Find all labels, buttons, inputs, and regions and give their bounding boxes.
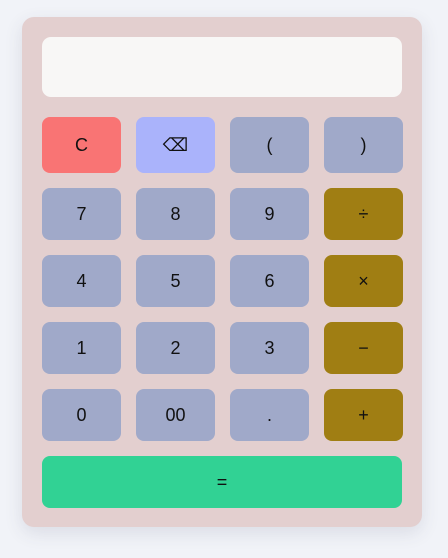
digit-6-button[interactable]: 6 <box>230 255 309 307</box>
subtract-button[interactable]: − <box>324 322 403 374</box>
digit-7-button[interactable]: 7 <box>42 188 121 240</box>
digit-4-button[interactable]: 4 <box>42 255 121 307</box>
digit-2-button[interactable]: 2 <box>136 322 215 374</box>
close-paren-button[interactable]: ) <box>324 117 403 173</box>
calculator: C ⌫ ( ) 7 8 9 ÷ 4 5 6 × 1 2 3 − 0 00 . +… <box>22 17 422 527</box>
backspace-button[interactable]: ⌫ <box>136 117 215 173</box>
digit-8-button[interactable]: 8 <box>136 188 215 240</box>
multiply-button[interactable]: × <box>324 255 403 307</box>
keypad: C ⌫ ( ) 7 8 9 ÷ 4 5 6 × 1 2 3 − 0 00 . + <box>42 117 403 441</box>
double-zero-button[interactable]: 00 <box>136 389 215 441</box>
display-screen <box>42 37 402 97</box>
clear-button[interactable]: C <box>42 117 121 173</box>
digit-5-button[interactable]: 5 <box>136 255 215 307</box>
open-paren-button[interactable]: ( <box>230 117 309 173</box>
digit-9-button[interactable]: 9 <box>230 188 309 240</box>
decimal-point-button[interactable]: . <box>230 389 309 441</box>
digit-1-button[interactable]: 1 <box>42 322 121 374</box>
divide-button[interactable]: ÷ <box>324 188 403 240</box>
add-button[interactable]: + <box>324 389 403 441</box>
equals-button[interactable]: = <box>42 456 402 508</box>
digit-3-button[interactable]: 3 <box>230 322 309 374</box>
digit-0-button[interactable]: 0 <box>42 389 121 441</box>
